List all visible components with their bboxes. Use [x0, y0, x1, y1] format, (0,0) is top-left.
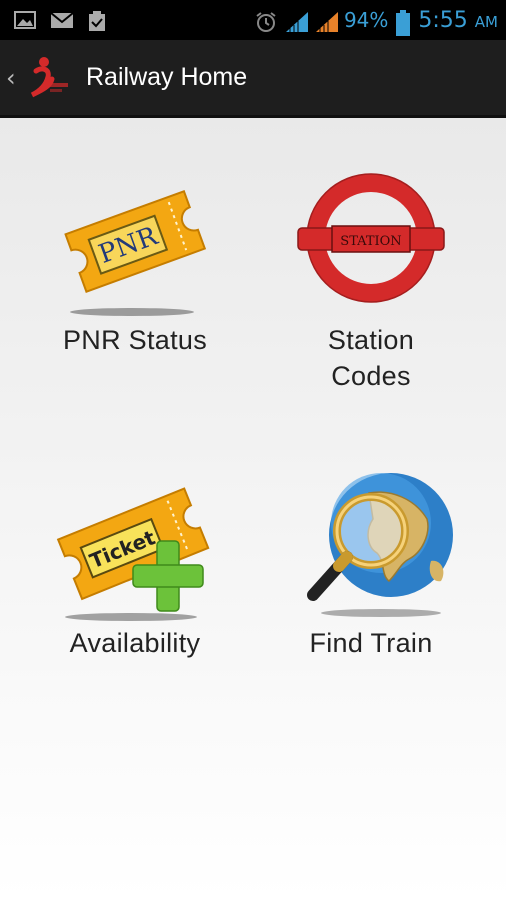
ticket-plus-icon: Ticket	[56, 487, 210, 621]
battery-percent: 94%	[343, 8, 389, 32]
pnr-ticket-icon: PNR	[64, 189, 207, 316]
availability-tile[interactable]: Ticket Availability	[15, 463, 255, 661]
pnr-status-label: PNR Status	[62, 325, 208, 355]
globe-magnifier-icon	[307, 473, 453, 617]
page-title: Railway Home	[86, 63, 248, 91]
clock-ampm: AM	[474, 12, 498, 31]
alarm-icon	[254, 10, 276, 32]
battery-icon	[396, 10, 411, 36]
pnr-status-tile[interactable]: PNR PNR Status	[15, 166, 255, 358]
station-sign-text: STATION	[340, 234, 401, 249]
station-codes-tile[interactable]: STATION Station Codes	[251, 166, 491, 394]
clock: 5:55 AM	[418, 8, 498, 33]
clipboard-check-icon	[86, 10, 108, 31]
app-logo-icon[interactable]	[22, 53, 72, 103]
action-bar: ‹ Railway Home	[0, 40, 506, 118]
signal-icon	[314, 10, 338, 32]
main-content: PNR PNR Status STATION Station Codes Tic…	[0, 118, 506, 900]
station-codes-label: Station Codes	[327, 325, 415, 391]
image-icon	[14, 10, 36, 30]
signal-icon	[284, 10, 308, 32]
up-navigation-icon[interactable]: ‹	[6, 64, 20, 92]
clock-time: 5:55	[418, 7, 468, 33]
availability-label: Availability	[69, 628, 201, 658]
station-sign-icon: STATION	[297, 173, 445, 303]
status-bar: 94% 5:55 AM	[0, 0, 506, 40]
find-train-label: Find Train	[309, 628, 433, 658]
find-train-tile[interactable]: Find Train	[251, 463, 491, 661]
gmail-icon	[50, 10, 74, 30]
